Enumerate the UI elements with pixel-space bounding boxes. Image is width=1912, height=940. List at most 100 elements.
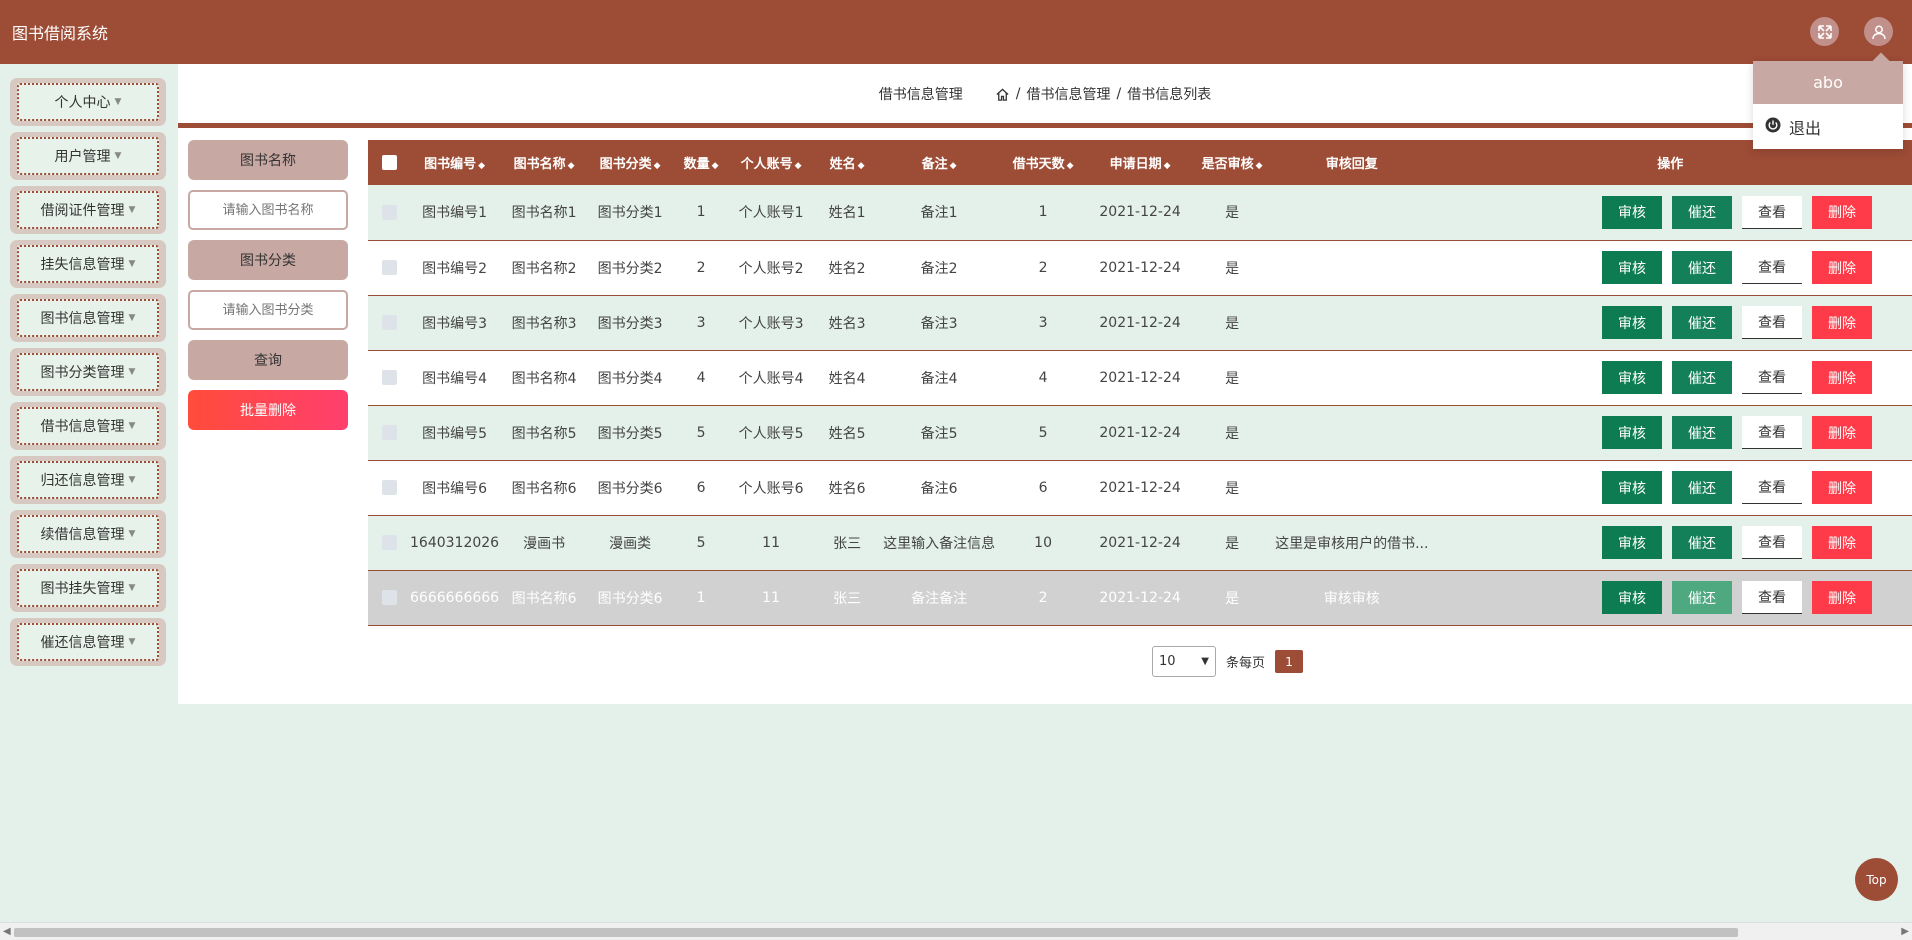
column-header[interactable]: 图书名称 ◆ [499,140,589,185]
audit-button[interactable]: 审核 [1602,251,1662,284]
audit-button[interactable]: 审核 [1602,416,1662,449]
audit-button[interactable]: 审核 [1602,471,1662,504]
page-number-current[interactable]: 1 [1275,650,1304,673]
sidebar-item-renewal-info-management[interactable]: 续借信息管理 ▼ [10,510,166,558]
row-checkbox[interactable] [381,425,397,440]
cell-person: 张三 [833,590,862,607]
book-name-input[interactable] [188,190,348,230]
column-header[interactable]: 借书天数 ◆ [995,140,1091,185]
row-checkbox[interactable] [381,370,397,385]
cell-qty: 1 [696,589,706,606]
column-header[interactable]: 姓名 ◆ [811,140,883,185]
cell-account: 11 [762,534,780,551]
query-button[interactable]: 查询 [188,340,348,380]
logout-item[interactable]: 退出 [1765,115,1821,139]
horizontal-scrollbar[interactable]: ◀ ▶ [0,922,1912,940]
remind-button[interactable]: 催还 [1672,195,1732,229]
cell-reply [1275,460,1428,515]
page-size-select[interactable]: 10 ▼ [1152,646,1216,677]
sidebar-item-borrow-info-management[interactable]: 借书信息管理 ▼ [10,402,166,450]
cell-name: 漫画书 [523,535,566,552]
home-icon[interactable] [995,87,1010,102]
scrollbar-thumb[interactable] [14,928,1738,937]
breadcrumb-item[interactable]: 借书信息管理 [1027,84,1111,104]
view-button[interactable]: 查看 [1742,581,1802,614]
scroll-right-icon[interactable]: ▶ [1901,926,1909,937]
remind-button[interactable]: 催还 [1672,416,1732,449]
row-checkbox[interactable] [381,535,397,550]
delete-button[interactable]: 删除 [1812,306,1872,339]
user-avatar-icon[interactable] [1864,17,1893,46]
remind-button[interactable]: 催还 [1672,306,1732,339]
audit-button[interactable]: 审核 [1602,581,1662,614]
batch-delete-button[interactable]: 批量删除 [188,390,348,430]
audit-button[interactable]: 审核 [1602,195,1662,229]
cell-date: 2021-12-24 [1099,369,1181,386]
delete-button[interactable]: 删除 [1812,416,1872,449]
app-title: 图书借阅系统 [12,24,109,43]
sidebar-item-user-management[interactable]: 用户管理 ▼ [10,132,166,180]
column-header[interactable]: 图书编号 ◆ [410,140,499,185]
view-button[interactable]: 查看 [1742,251,1802,284]
cell-category: 图书分类5 [597,425,663,442]
remind-button[interactable]: 催还 [1672,581,1732,614]
row-checkbox[interactable] [381,204,397,220]
remind-button[interactable]: 催还 [1672,526,1732,559]
sidebar-item-personal-center[interactable]: 个人中心 ▼ [10,78,166,126]
view-button[interactable]: 查看 [1742,306,1802,339]
cell-reply: 审核审核 [1323,590,1380,607]
sidebar-item-reminder-info-management[interactable]: 催还信息管理 ▼ [10,618,166,666]
borrow-table: 图书编号 ◆ 图书名称 ◆ 图书分类 ◆ 数量 ◆ 个人账号 ◆ 姓名 ◆ 备注 ◆ 借书天数… [368,140,1912,626]
delete-button[interactable]: 删除 [1812,251,1872,284]
row-checkbox[interactable] [381,480,397,495]
cell-qty: 3 [696,314,706,331]
column-header[interactable]: 申请日期 ◆ [1091,140,1189,185]
table-row: 图书编号5 图书名称5 图书分类5 5 个人账号5 姓名5 备注5 5 2021-12-24 是 审… [368,405,1912,460]
cell-note: 备注1 [920,205,958,222]
cell-audited: 是 [1225,425,1240,442]
column-header[interactable]: 个人账号 ◆ [731,140,811,185]
sidebar-item-loss-report-management[interactable]: 挂失信息管理 ▼ [10,240,166,288]
select-all-checkbox[interactable] [381,155,397,170]
row-checkbox[interactable] [381,315,397,330]
sidebar-item-book-category-management[interactable]: 图书分类管理 ▼ [10,348,166,396]
sort-icon: ◆ [1066,161,1074,171]
cell-qty: 5 [696,424,706,441]
row-checkbox[interactable] [381,260,397,275]
sidebar: 个人中心 ▼ 用户管理 ▼ 借阅证件管理 ▼ 挂失信息管理 ▼ 图书信息管理 ▼ 图书分类… [0,64,178,924]
book-category-input[interactable] [188,290,348,330]
delete-button[interactable]: 删除 [1812,471,1872,504]
column-header[interactable]: 是否审核 ◆ [1189,140,1275,185]
scroll-left-icon[interactable]: ◀ [3,926,11,937]
remind-button[interactable]: 催还 [1672,251,1732,284]
view-button[interactable]: 查看 [1742,416,1802,449]
sidebar-item-library-card-management[interactable]: 借阅证件管理 ▼ [10,186,166,234]
sidebar-item-return-info-management[interactable]: 归还信息管理 ▼ [10,456,166,504]
fullscreen-icon[interactable] [1810,17,1839,46]
view-button[interactable]: 查看 [1742,526,1802,559]
view-button[interactable]: 查看 [1742,361,1802,394]
audit-button[interactable]: 审核 [1602,361,1662,394]
remind-button[interactable]: 催还 [1672,361,1732,394]
sidebar-item-book-info-management[interactable]: 图书信息管理 ▼ [10,294,166,342]
sidebar-item-book-loss-management[interactable]: 图书挂失管理 ▼ [10,564,166,612]
audit-button[interactable]: 审核 [1602,306,1662,339]
user-name[interactable]: abo [1753,61,1903,104]
remind-button[interactable]: 催还 [1672,471,1732,504]
sort-icon: ◆ [1255,161,1263,171]
sort-icon: ◆ [478,161,485,171]
back-to-top-button[interactable]: Top [1855,858,1898,901]
view-button[interactable]: 查看 [1742,195,1802,229]
delete-button[interactable]: 删除 [1812,195,1872,229]
cell-category: 漫画类 [609,535,652,552]
cell-qty: 1 [696,204,706,221]
view-button[interactable]: 查看 [1742,471,1802,504]
row-checkbox[interactable] [381,590,397,605]
column-header[interactable]: 图书分类 ◆ [589,140,671,185]
delete-button[interactable]: 删除 [1812,526,1872,559]
column-header[interactable]: 备注 ◆ [883,140,995,185]
delete-button[interactable]: 删除 [1812,361,1872,394]
audit-button[interactable]: 审核 [1602,526,1662,559]
delete-button[interactable]: 删除 [1812,581,1872,614]
column-header[interactable]: 数量 ◆ [671,140,731,185]
